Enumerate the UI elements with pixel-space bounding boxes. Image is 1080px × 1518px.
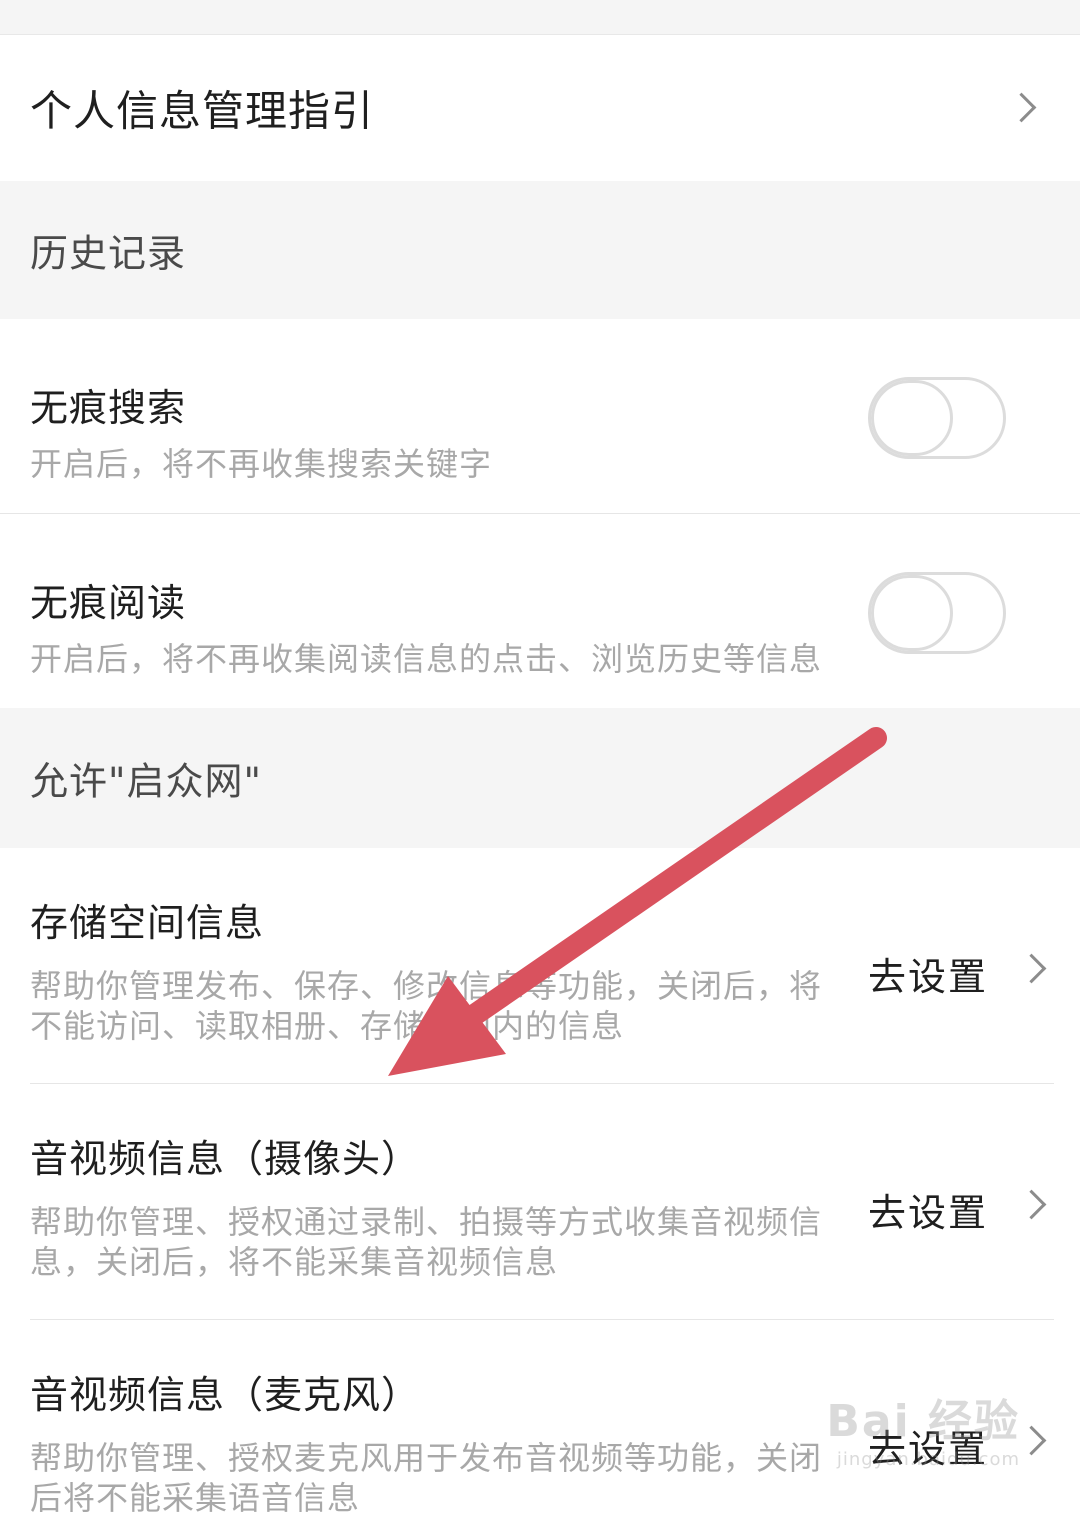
incognito-search-row: 无痕搜索 开启后，将不再收集搜索关键字 bbox=[0, 319, 1080, 513]
chevron-right-icon bbox=[1016, 1189, 1047, 1220]
chevron-right-icon bbox=[1006, 92, 1037, 123]
camera-permission-desc: 帮助你管理、授权通过录制、拍摄等方式收集音视频信息，关闭后，将不能采集音视频信息 bbox=[30, 1203, 823, 1281]
history-section-header: 历史记录 bbox=[0, 181, 1080, 319]
storage-permission-title: 存储空间信息 bbox=[30, 901, 265, 945]
toggle-knob bbox=[871, 575, 953, 651]
chevron-right-icon bbox=[1016, 1425, 1047, 1456]
top-strip bbox=[0, 0, 1080, 35]
watermark: Bai 经验 jingyan.baidu.com bbox=[826, 1385, 1020, 1470]
microphone-permission-desc: 帮助你管理、授权麦克风用于发布音视频等功能，关闭后将不能采集语音信息 bbox=[30, 1439, 823, 1517]
incognito-search-title: 无痕搜索 bbox=[30, 386, 187, 430]
permissions-section-label: 允许"启众网" bbox=[30, 759, 262, 804]
incognito-reading-desc: 开启后，将不再收集阅读信息的点击、浏览历史等信息 bbox=[30, 640, 823, 678]
camera-permission-settings-link[interactable]: 去设置 bbox=[868, 1182, 988, 1237]
watermark-url: jingyan.baidu.com bbox=[836, 1449, 1020, 1470]
camera-permission-row[interactable]: 音视频信息（摄像头） 帮助你管理、授权通过录制、拍摄等方式收集音视频信息，关闭后… bbox=[0, 1084, 1080, 1320]
watermark-logo-text: Bai 经验 bbox=[826, 1396, 1020, 1447]
camera-permission-title: 音视频信息（摄像头） bbox=[30, 1137, 421, 1181]
personal-info-guide-title: 个人信息管理指引 bbox=[30, 86, 375, 136]
chevron-right-icon bbox=[1016, 953, 1047, 984]
incognito-search-toggle[interactable] bbox=[868, 377, 1006, 459]
storage-permission-row[interactable]: 存储空间信息 帮助你管理发布、保存、修改信息等功能，关闭后，将不能访问、读取相册… bbox=[0, 848, 1080, 1084]
personal-info-guide-row[interactable]: 个人信息管理指引 bbox=[0, 35, 1080, 181]
incognito-reading-toggle[interactable] bbox=[868, 572, 1006, 654]
storage-permission-settings-link[interactable]: 去设置 bbox=[868, 946, 988, 1001]
toggle-knob bbox=[871, 380, 953, 456]
permissions-section-header: 允许"启众网" bbox=[0, 708, 1080, 848]
microphone-permission-title: 音视频信息（麦克风） bbox=[30, 1373, 421, 1417]
incognito-reading-row: 无痕阅读 开启后，将不再收集阅读信息的点击、浏览历史等信息 bbox=[0, 513, 1080, 708]
incognito-reading-title: 无痕阅读 bbox=[30, 581, 187, 625]
incognito-search-desc: 开启后，将不再收集搜索关键字 bbox=[30, 445, 493, 483]
storage-permission-desc: 帮助你管理发布、保存、修改信息等功能，关闭后，将不能访问、读取相册、存储空间内的… bbox=[30, 967, 823, 1045]
history-section-label: 历史记录 bbox=[30, 231, 187, 276]
